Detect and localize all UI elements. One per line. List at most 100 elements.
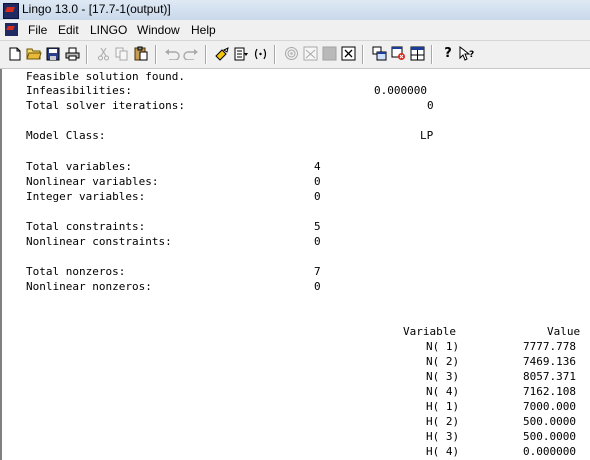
toolbar-separator [431,45,433,64]
menu-window[interactable]: Window [137,23,180,37]
menu-edit[interactable]: Edit [58,23,79,37]
variable-column-header: Variable [403,325,456,338]
question-mark-icon: ? [444,46,452,61]
nonlinear-constraints-value: 0 [314,235,321,248]
total-nonzeros-label: Total nonzeros: [26,265,126,278]
total-constraints-label: Total constraints: [26,220,146,233]
paste-button[interactable] [132,44,150,63]
variable-value-cell: 500.0000 [523,415,576,428]
window-close-red-icon [391,46,405,60]
goto-line-icon [234,47,248,60]
toolbar-separator [274,45,276,64]
close-window-button[interactable] [389,44,407,63]
send-to-back-button[interactable] [370,44,388,63]
new-file-icon [9,47,21,60]
variable-value-cell: 7777.778 [523,340,576,353]
variable-name-cell: H( 1) [426,400,460,413]
variable-value-cell: 7000.000 [523,400,576,413]
tile-windows-icon [410,46,424,61]
variable-value-cell: 8057.371 [523,370,576,383]
value-column-header: Value [547,325,581,338]
new-file-button[interactable] [6,44,24,63]
copy-icon [115,47,128,60]
nonlinear-nonzeros-value: 0 [314,280,321,293]
nonlinear-nonzeros-label: Nonlinear nonzeros: [26,280,152,293]
svg-text:?: ? [469,50,474,60]
variable-name-cell: N( 4) [426,385,460,398]
variable-value-cell: 7469.136 [523,355,576,368]
integer-variables-value: 0 [314,190,321,203]
match-parenthesis-icon [254,48,266,59]
save-button[interactable] [44,44,62,63]
integer-variables-label: Integer variables: [26,190,146,203]
variable-value-cell: 500.0000 [523,430,576,443]
nonlinear-constraints-label: Nonlinear constraints: [26,235,172,248]
redo-icon [183,48,198,60]
variable-name-cell: N( 1) [426,340,460,353]
nonlinear-variables-label: Nonlinear variables: [26,175,159,188]
iterations-value: 0 [427,99,434,112]
match-parenthesis-button[interactable] [251,44,269,63]
copy-button[interactable] [113,44,131,63]
document-system-icon[interactable] [5,23,18,36]
window-title: Lingo 13.0 - [17.7-1(output)] [22,2,171,16]
solution-report-icon [303,46,317,61]
close-window-icon [341,46,355,61]
variable-name-cell: H( 2) [426,415,460,428]
toolbar-separator [362,45,364,64]
toolbar: ? ? [0,41,590,69]
menu-bar: File Edit LINGO Window Help [0,20,590,41]
solve-button[interactable] [282,44,300,63]
variable-name-cell: N( 3) [426,370,460,383]
variable-value-cell: 0.000000 [523,445,576,458]
solution-status: Feasible solution found. [26,70,185,83]
close-all-windows-button[interactable] [339,44,357,63]
context-help-arrow-icon: ? [459,46,474,61]
cut-button[interactable] [94,44,112,63]
variable-name-cell: H( 3) [426,430,460,443]
open-file-button[interactable] [25,44,43,63]
infeasibilities-value: 0.000000 [374,84,427,97]
context-help-button[interactable]: ? [458,44,476,63]
title-bar[interactable]: Lingo 13.0 - [17.7-1(output)] [0,0,590,21]
toolbar-separator [86,45,88,64]
print-button[interactable] [63,44,81,63]
total-variables-value: 4 [314,160,321,173]
open-folder-icon [26,48,42,60]
undo-button[interactable] [163,44,181,63]
matrix-picture-icon [322,46,336,61]
undo-icon [165,48,180,60]
send-to-back-icon [372,46,386,61]
lingo-app-icon[interactable] [3,3,19,19]
menu-file[interactable]: File [28,23,47,37]
go-to-line-button[interactable] [232,44,250,63]
toolbar-separator [155,45,157,64]
solver-report-output[interactable]: Feasible solution found. Infeasibilities… [0,69,590,460]
find-button[interactable] [213,44,231,63]
solution-button[interactable] [301,44,319,63]
flashlight-find-icon [214,46,229,61]
variable-value-cell: 7162.108 [523,385,576,398]
scissors-icon [97,47,109,60]
menu-lingo[interactable]: LINGO [90,23,127,37]
tile-windows-button[interactable] [408,44,426,63]
save-icon [46,47,60,60]
variable-name-cell: N( 2) [426,355,460,368]
help-topics-button[interactable]: ? [439,44,457,63]
toolbar-separator [205,45,207,64]
nonlinear-variables-value: 0 [314,175,321,188]
paste-icon [134,46,148,61]
variable-name-cell: H( 4) [426,445,460,458]
iterations-label: Total solver iterations: [26,99,185,112]
model-class-value: LP [420,129,434,142]
printer-icon [65,47,79,60]
infeasibilities-label: Infeasibilities: [26,84,132,97]
redo-button[interactable] [182,44,200,63]
total-variables-label: Total variables: [26,160,132,173]
menu-help[interactable]: Help [191,23,216,37]
model-class-label: Model Class: [26,129,106,142]
total-constraints-value: 5 [314,220,321,233]
matrix-picture-button[interactable] [320,44,338,63]
total-nonzeros-value: 7 [314,265,321,278]
bullseye-solve-icon [284,47,298,60]
